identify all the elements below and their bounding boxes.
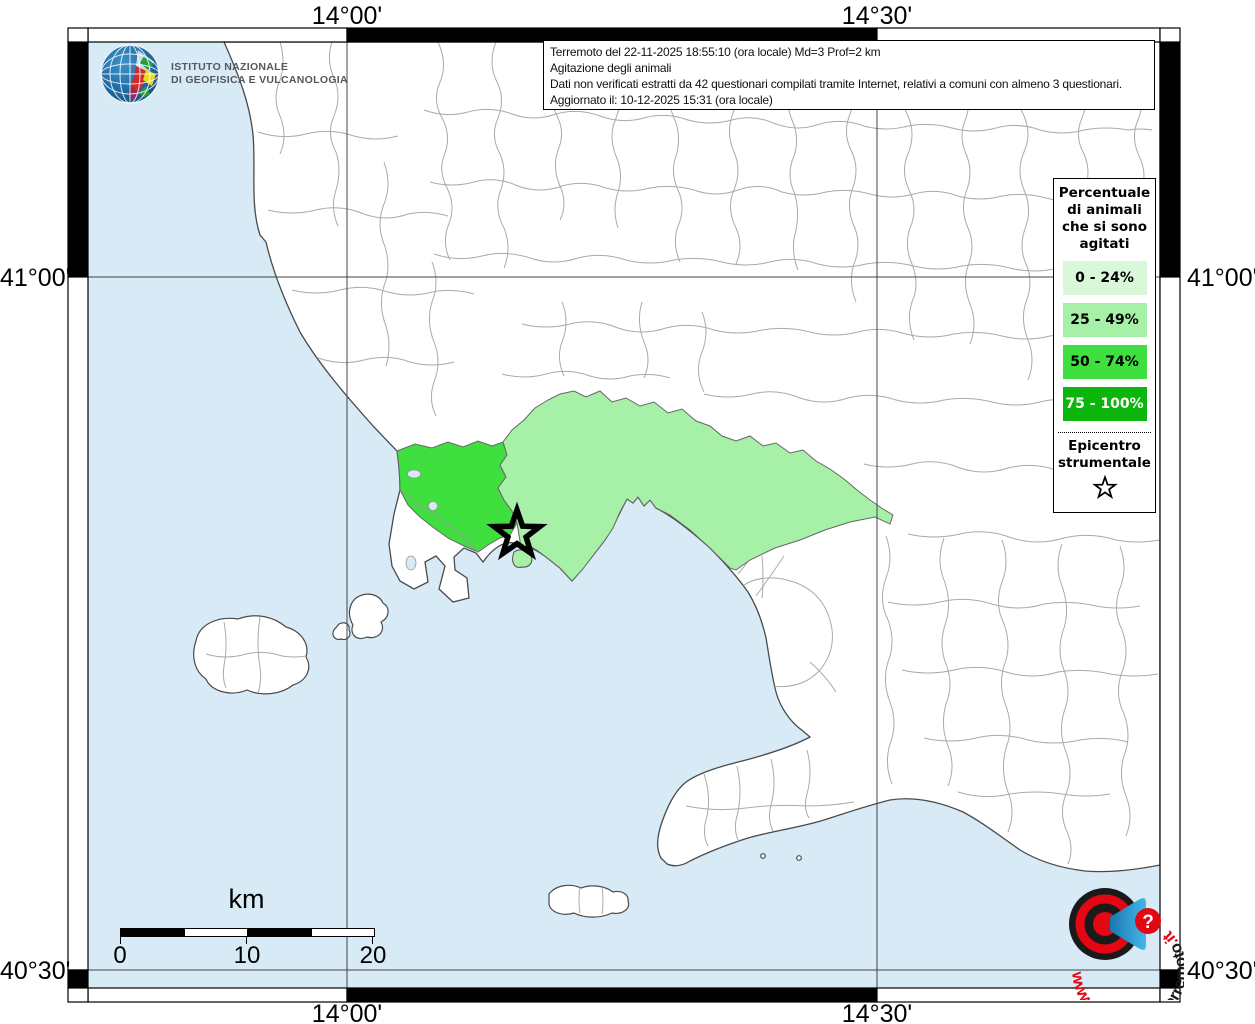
legend-swatch-0-24: 0 - 24% [1062, 261, 1147, 295]
scale-label-20: 20 [359, 942, 387, 969]
lon-label-bottom-right: 14°30' [841, 1000, 913, 1024]
lon-label-top-right: 14°30' [841, 2, 913, 30]
islet [760, 853, 766, 859]
scale-seg [248, 929, 312, 936]
earthquake-info-box: Terremoto del 22-11-2025 18:55:10 (ora l… [543, 40, 1155, 110]
legend-swatch-50-74: 50 - 74% [1062, 345, 1147, 379]
islet [796, 855, 802, 861]
ingv-line1: ISTITUTO NAZIONALE [171, 61, 289, 73]
scale-label-10: 10 [233, 942, 261, 969]
lon-label-top-left: 14°00' [311, 2, 383, 30]
haisentitoilterremoto-logo[interactable]: ? www.haisentitoilterremoto.it [1028, 848, 1184, 1000]
ingv-line2: DI GEOFISICA E VULCANOLOGIA [171, 74, 348, 86]
lat-label-left-top: 41°00' [0, 264, 71, 292]
scale-bar-unit: km [228, 884, 265, 914]
scale-seg [311, 929, 374, 936]
lat-label-left-bottom: 40°30' [0, 957, 71, 985]
legend-title: Percentuale di animali che si sono agita… [1058, 185, 1151, 252]
info-line-updated: Aggiornato il: 10-12-2025 15:31 (ora loc… [550, 93, 773, 107]
ingv-logo[interactable]: ISTITUTO NAZIONALE DI GEOFISICA E VULCAN… [98, 42, 348, 106]
legend-swatch-25-49: 25 - 49% [1062, 303, 1147, 337]
legend: Percentuale di animali che si sono agita… [1053, 178, 1156, 513]
ingv-globe-icon [100, 44, 160, 104]
scale-seg [184, 929, 248, 936]
legend-epicenter-label: Epicentro strumentale [1058, 438, 1151, 471]
info-line-subject: Agitazione degli animali [550, 61, 672, 75]
epicenter-star-icon [1091, 474, 1118, 499]
info-line-source: Dati non verificati estratti da 42 quest… [550, 77, 1123, 91]
lon-label-bottom-left: 14°00' [311, 1000, 383, 1024]
legend-swatch-75-100: 75 - 100% [1062, 387, 1147, 421]
lat-label-right-bottom: 40°30' [1187, 957, 1255, 985]
lat-label-right-top: 41°00' [1187, 264, 1255, 292]
earthquake-map-page: 14°00' 14°30' 14°00' 14°30' 41°00' 40°30… [0, 0, 1255, 1024]
info-line-event: Terremoto del 22-11-2025 18:55:10 (ora l… [550, 45, 881, 59]
logo-question-mark: ? [1142, 912, 1154, 933]
ingv-wordmark: ISTITUTO NAZIONALE DI GEOFISICA E VULCAN… [171, 61, 348, 87]
legend-divider [1058, 432, 1151, 433]
scale-seg [121, 929, 185, 936]
scale-label-0: 0 [113, 942, 127, 969]
scale-bar [120, 928, 375, 937]
